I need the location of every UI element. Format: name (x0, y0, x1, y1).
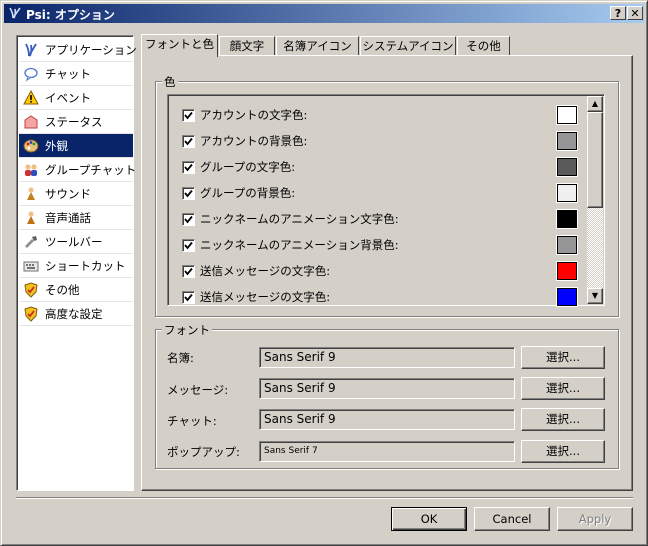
color-row[interactable]: ニックネームのアニメーション背景色: (182, 233, 578, 257)
sidebar-item-application[interactable]: アプリケーション (19, 38, 137, 62)
groupchat-icon (25, 163, 37, 176)
checkbox[interactable] (182, 290, 195, 304)
options-window: Psi: オプション ? ✕ アプリケーション チャット イベント ステータス … (0, 0, 648, 546)
chat-bubble-icon (24, 67, 38, 81)
sidebar-item-voice-call[interactable]: 音声通話 (19, 206, 133, 230)
close-button[interactable]: ✕ (627, 6, 643, 20)
color-row[interactable]: グループの文字色: (182, 155, 578, 179)
ok-button[interactable]: OK (391, 507, 467, 531)
color-swatch[interactable] (556, 261, 578, 281)
checkbox[interactable] (182, 212, 195, 226)
palette-icon (23, 139, 39, 152)
fonts-group-title: フォント (162, 322, 212, 338)
select-chat-font-button[interactable]: 選択... (521, 408, 605, 431)
checkbox[interactable] (182, 238, 195, 252)
status-icon (24, 114, 38, 128)
checkbox[interactable] (182, 186, 195, 200)
select-popup-font-button[interactable]: 選択... (521, 440, 605, 463)
color-swatch[interactable] (556, 157, 578, 177)
tab-other[interactable]: その他 (457, 36, 510, 56)
sidebar-item-misc[interactable]: その他 (19, 278, 133, 302)
checkbox[interactable] (182, 108, 195, 122)
shield-icon (24, 281, 38, 298)
roster-font-label: 名簿: (167, 351, 194, 365)
color-row[interactable]: グループの背景色: (182, 181, 578, 205)
color-label: グループの背景色: (200, 186, 296, 200)
tab-fonts-colors[interactable]: フォントと色 (141, 34, 218, 57)
scroll-down-button[interactable]: ▼ (587, 288, 603, 304)
select-roster-font-button[interactable]: 選択... (521, 346, 605, 369)
sidebar-item-sound[interactable]: サウンド (19, 182, 133, 206)
color-label: 送信メッセージの文字色: (200, 290, 331, 304)
popup-font-field: Sans Serif 7 (259, 441, 515, 462)
color-swatch[interactable] (556, 183, 578, 203)
color-label: ニックネームのアニメーション文字色: (200, 212, 399, 226)
color-row[interactable]: ニックネームのアニメーション文字色: (182, 207, 578, 231)
psi-logo-icon (9, 7, 21, 19)
color-label: アカウントの文字色: (200, 108, 308, 122)
voice-call-icon (27, 211, 35, 224)
color-label: グループの文字色: (200, 160, 296, 174)
vertical-scrollbar[interactable]: ▲ ▼ (587, 96, 603, 304)
tab-roster-icons[interactable]: 名簿アイコン (276, 36, 359, 56)
psi-logo-icon (25, 43, 37, 56)
select-message-font-button[interactable]: 選択... (521, 377, 605, 400)
apply-button[interactable]: Apply (557, 507, 633, 531)
title-bar[interactable]: Psi: オプション ? ✕ (4, 4, 644, 23)
color-label: 送信メッセージの文字色: (200, 264, 331, 278)
color-row[interactable]: アカウントの文字色: (182, 103, 578, 127)
color-row[interactable]: 送信メッセージの文字色: (182, 259, 578, 283)
help-button[interactable]: ? (610, 6, 626, 20)
window-title: Psi: オプション (26, 8, 115, 22)
sidebar-item-toolbar[interactable]: ツールバー (19, 230, 133, 254)
category-list[interactable]: アプリケーション チャット イベント ステータス 外観 グループチャット サウン… (16, 35, 137, 491)
shortcut-icon (23, 261, 39, 271)
checkbox[interactable] (182, 160, 195, 174)
message-font-label: メッセージ: (167, 383, 229, 397)
colors-group-title: 色 (162, 74, 178, 90)
sidebar-item-appearance[interactable]: 外観 (19, 134, 133, 158)
message-font-field: Sans Serif 9 (259, 378, 515, 399)
sidebar-item-status[interactable]: ステータス (19, 110, 133, 134)
color-label: ニックネームのアニメーション背景色: (200, 238, 399, 252)
sound-icon (27, 187, 35, 200)
checkbox[interactable] (182, 134, 195, 148)
scroll-up-button[interactable]: ▲ (587, 96, 603, 112)
sidebar-item-events[interactable]: イベント (19, 86, 133, 110)
footer-divider (16, 497, 633, 499)
color-swatch[interactable] (556, 287, 578, 307)
chat-font-label: チャット: (167, 414, 217, 428)
tab-emoticons[interactable]: 顔文字 (219, 36, 275, 56)
color-swatch[interactable] (556, 235, 578, 255)
sidebar-item-shortcuts[interactable]: ショートカット (19, 254, 133, 278)
color-list[interactable]: アカウントの文字色: アカウントの背景色: グループの文字色: グループの背景色… (167, 94, 605, 309)
sidebar-item-advanced[interactable]: 高度な設定 (19, 302, 133, 326)
shield-icon (24, 305, 38, 322)
checkbox[interactable] (182, 264, 195, 278)
tab-system-icons[interactable]: システムアイコン (360, 36, 456, 56)
toolbar-icon (25, 235, 37, 248)
cancel-button[interactable]: Cancel (474, 507, 550, 531)
scroll-thumb[interactable] (587, 112, 603, 208)
color-swatch[interactable] (556, 209, 578, 229)
warning-icon (23, 89, 39, 104)
sidebar-item-groupchat[interactable]: グループチャット (19, 158, 136, 182)
chat-font-field: Sans Serif 9 (259, 409, 515, 430)
color-row[interactable]: 送信メッセージの文字色: (182, 285, 578, 309)
color-swatch[interactable] (556, 105, 578, 125)
popup-font-label: ポップアップ: (167, 445, 240, 459)
roster-font-field: Sans Serif 9 (259, 347, 515, 368)
color-swatch[interactable] (556, 131, 578, 151)
sidebar-item-chat[interactable]: チャット (19, 62, 133, 86)
color-row[interactable]: アカウントの背景色: (182, 129, 578, 153)
color-label: アカウントの背景色: (200, 134, 308, 148)
